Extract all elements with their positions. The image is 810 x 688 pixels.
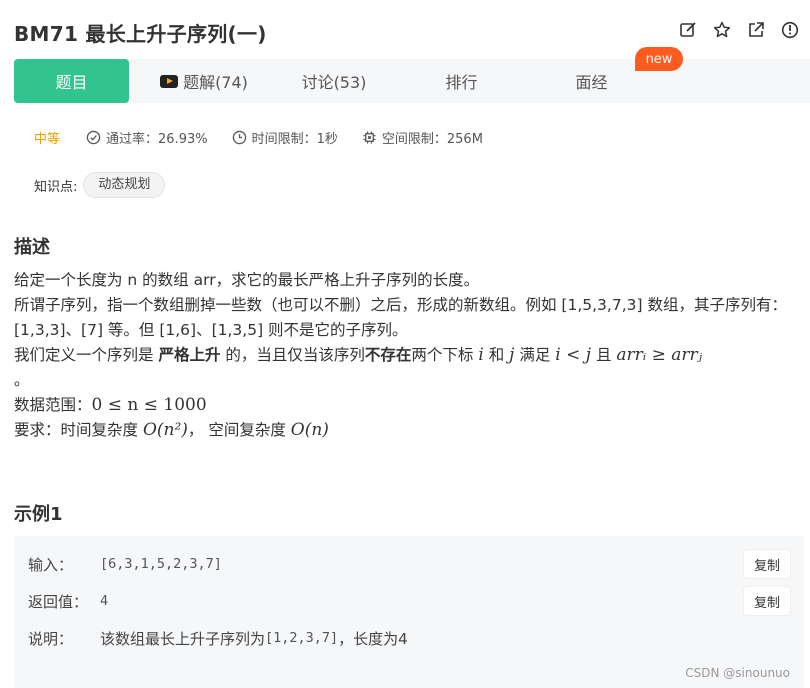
tab-solutions-label: 题解(74) <box>183 73 248 92</box>
star-icon[interactable] <box>712 20 732 40</box>
info-icon[interactable] <box>780 20 800 40</box>
example-output-row: 返回值： 4 <box>28 589 108 613</box>
desc-text: 的，当且仅当该序列 <box>220 346 365 364</box>
math-condition: i < j <box>555 345 592 365</box>
title-actions <box>678 20 800 40</box>
space-complexity: O(n) <box>290 420 329 440</box>
complexity-requirement: 要求：时间复杂度 O(n²)， 空间复杂度 O(n) <box>14 418 806 443</box>
desc-text: 满足 <box>514 346 556 364</box>
share-icon[interactable] <box>746 20 766 40</box>
explain-label: 说明： <box>28 629 74 648</box>
description-heading: 描述 <box>14 237 50 258</box>
tab-problem-label: 题目 <box>55 73 88 92</box>
tab-solutions[interactable]: 题解(74) <box>144 59 264 103</box>
desc-line-3: 我们定义一个序列是 严格上升 的，当且仅当该序列不存在两个下标 i 和 j 满足… <box>14 343 806 368</box>
explain-text: 该数组最长上升子序列为 <box>100 629 266 648</box>
clock-icon <box>232 130 246 145</box>
not-exist-bold: 不存在 <box>364 346 412 364</box>
output-value: 4 <box>100 593 109 609</box>
video-icon <box>160 74 179 88</box>
copy-input-button[interactable]: 复制 <box>744 550 790 578</box>
space-limit-text: 空间限制：256M <box>381 132 483 147</box>
title-row: BM71 最长上升子序列(一) <box>14 14 800 54</box>
req-mid: ， 空间复杂度 <box>187 421 291 439</box>
copy-output-button[interactable]: 复制 <box>744 587 790 615</box>
req-label: 要求：时间复杂度 <box>14 421 143 439</box>
math-expression: arrᵢ ≥ arrⱼ <box>616 345 703 365</box>
pass-rate: 通过率：26.93% <box>86 128 208 147</box>
check-circle-icon <box>86 130 101 145</box>
desc-line-4: 。 <box>14 371 30 389</box>
new-badge: new <box>635 47 683 71</box>
tab-problem[interactable]: 题目 <box>14 59 129 103</box>
example-input-row: 输入： [6,3,1,5,2,3,7] <box>28 552 222 576</box>
knowledge-points: 知识点: 动态规划 <box>34 172 166 198</box>
example-heading: 示例1 <box>14 504 63 525</box>
tab-discussion-label: 讨论(53) <box>301 73 367 92</box>
tab-ranking-label: 排行 <box>445 73 478 92</box>
space-limit: 空间限制：256M <box>362 128 483 147</box>
desc-text: 我们定义一个序列是 <box>14 346 159 364</box>
time-limit-text: 时间限制：1秒 <box>251 132 338 147</box>
desc-line-1: 给定一个长度为 n 的数组 arr，求它的最长严格上升子序列的长度。 <box>14 271 480 289</box>
input-label: 输入： <box>28 555 74 574</box>
time-limit: 时间限制：1秒 <box>232 128 338 147</box>
knowledge-label: 知识点: <box>34 179 78 195</box>
range-label: 数据范围： <box>14 396 92 414</box>
tab-interview-label: 面经 <box>575 73 608 92</box>
tab-bar: 题目 题解(74) 讨论(53) 排行 面经 <box>14 59 810 103</box>
data-range: 数据范围：0 ≤ n ≤ 1000 <box>14 393 806 418</box>
description-body: 给定一个长度为 n 的数组 arr，求它的最长严格上升子序列的长度。 所谓子序列… <box>14 268 806 443</box>
example-box: 输入： [6,3,1,5,2,3,7] 复制 返回值： 4 复制 说明： 该数组… <box>14 536 804 688</box>
tab-ranking[interactable]: 排行 <box>414 59 509 103</box>
time-complexity: O(n²) <box>142 420 188 440</box>
pass-rate-text: 通过率：26.93% <box>106 132 208 147</box>
desc-text: 和 <box>483 346 510 364</box>
desc-line-2: 所谓子序列，指一个数组删掉一些数（也可以不删）之后，形成的新数组。例如 [1,5… <box>14 296 787 339</box>
tab-discussion[interactable]: 讨论(53) <box>284 59 384 103</box>
page-title: BM71 最长上升子序列(一) <box>14 22 267 46</box>
input-value: [6,3,1,5,2,3,7] <box>100 556 222 572</box>
output-label: 返回值： <box>28 592 89 611</box>
strict-increasing-bold: 严格上升 <box>158 346 221 364</box>
difficulty-label: 中等 <box>34 132 61 147</box>
example-explain-row: 说明： 该数组最长上升子序列为 [1,2,3,7] ，长度为4 <box>28 626 408 650</box>
knowledge-tag[interactable]: 动态规划 <box>83 172 166 198</box>
watermark: CSDN @sinounuo <box>685 666 790 680</box>
desc-text: 且 <box>591 346 617 364</box>
edit-icon[interactable] <box>678 20 698 40</box>
range-math: 0 ≤ n ≤ 1000 <box>91 395 207 415</box>
tab-interview[interactable]: 面经 <box>544 59 639 103</box>
desc-text: 两个下标 <box>411 346 479 364</box>
explain-text-end: ，长度为4 <box>338 629 408 648</box>
problem-meta: 中等 通过率：26.93% 时间限制：1秒 空间限制：256M <box>34 128 507 147</box>
chip-icon <box>363 131 376 144</box>
explain-code: [1,2,3,7] <box>265 630 339 646</box>
